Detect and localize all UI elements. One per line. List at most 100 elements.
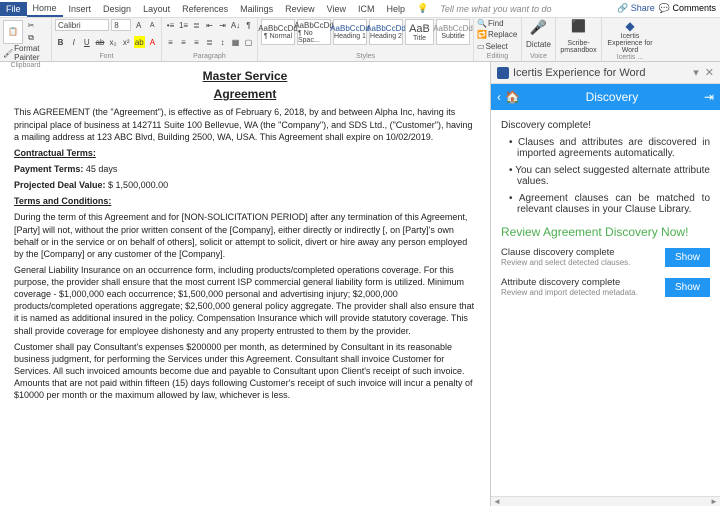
comments-button[interactable]: 💬 Comments [659,3,716,14]
select-button[interactable]: ▭Select [477,42,518,51]
nav-exit-icon[interactable]: ⇥ [704,90,714,104]
icertis-logo-icon [497,67,509,79]
decrease-font-icon[interactable]: A [146,19,158,31]
nav-back-icon[interactable]: ‹ [497,90,501,104]
clause-discovery-title: Clause discovery complete [501,247,665,258]
pane-body: Discovery complete! Clauses and attribut… [491,110,720,496]
paste-icon[interactable]: 📋 [3,20,23,44]
label-deal-value: Projected Deal Value: [14,180,106,190]
font-name-select[interactable]: Calibri [55,19,109,31]
tab-layout[interactable]: Layout [137,2,176,16]
heading-contractual-terms: Contractual Terms: [14,148,96,158]
align-center-icon[interactable]: ≡ [178,36,189,48]
style-normal[interactable]: AaBbCcDd¶ Normal [261,19,295,45]
multilevel-icon[interactable]: ≣ [191,19,202,31]
pane-menu-icon[interactable]: ▾ [693,66,699,79]
align-right-icon[interactable]: ≡ [191,36,202,48]
value-deal-value: $ 1,500,000.00 [106,180,169,190]
attribute-discovery-sub: Review and import detected metadata. [501,288,665,297]
style-nospacing[interactable]: AaBbCcDd¶ No Spac... [297,19,331,45]
highlight-icon[interactable]: ab [134,36,145,48]
group-para-label: Paragraph [165,53,254,60]
underline-icon[interactable]: U [81,36,92,48]
dictate-button[interactable]: 🎤 [525,19,552,36]
value-payment-terms: 45 days [83,164,117,174]
scribe-button[interactable]: ⬛ [559,19,598,33]
subscript-icon[interactable]: x₂ [108,36,119,48]
pane-nav-bar: ‹ 🏠 Discovery ⇥ [491,84,720,110]
clause-discovery-row: Clause discovery complete Review and sel… [501,247,710,267]
icertis-addin-button[interactable]: ◆ [605,19,655,33]
nav-section-title: Discovery [520,90,704,104]
strike-icon[interactable]: ab [94,36,105,48]
pane-horizontal-scrollbar[interactable]: ◄ ► [491,496,720,506]
heading-terms-conditions: Terms and Conditions: [14,196,111,206]
sort-icon[interactable]: A↓ [230,19,241,31]
style-heading1[interactable]: AaBbCcDdHeading 1 [333,19,367,45]
show-attribute-button[interactable]: Show [665,278,710,297]
superscript-icon[interactable]: x² [121,36,132,48]
bullets-icon[interactable]: •≡ [165,19,176,31]
numbering-icon[interactable]: 1≡ [178,19,189,31]
indent-dec-icon[interactable]: ⇤ [204,19,215,31]
scribe-label: Scribe-pmsandbox [559,40,598,54]
style-subtitle[interactable]: AaBbCcDdSubtitle [436,19,470,45]
review-now-link[interactable]: Review Agreement Discovery Now! [501,225,710,239]
tab-home[interactable]: Home [27,1,63,17]
tab-references[interactable]: References [176,2,234,16]
attribute-discovery-title: Attribute discovery complete [501,277,665,288]
doc-title-2: Agreement [14,86,476,102]
tab-help[interactable]: Help [381,2,412,16]
font-size-select[interactable]: 8 [111,19,131,31]
tab-design[interactable]: Design [97,2,137,16]
tab-insert[interactable]: Insert [63,2,98,16]
bullet-1: Clauses and attributes are discovered in… [509,137,710,159]
format-painter-button[interactable]: 🖌Format Painter [3,44,48,62]
doc-p-insurance: General Liability Insurance on an occurr… [14,264,476,337]
font-color-icon[interactable]: A [147,36,158,48]
show-clause-button[interactable]: Show [665,248,710,267]
tell-me-search[interactable]: Tell me what you want to do [434,2,557,16]
bold-icon[interactable]: B [55,36,66,48]
label-payment-terms: Payment Terms: [14,164,83,174]
tab-mailings[interactable]: Mailings [234,2,279,16]
group-styles-label: Styles [261,53,470,60]
scroll-left-icon[interactable]: ◄ [491,497,503,506]
line-spacing-icon[interactable]: ↕ [217,36,228,48]
shading-icon[interactable]: ▦ [230,36,241,48]
tab-view[interactable]: View [321,2,352,16]
share-button[interactable]: 🔗 Share [617,3,655,14]
find-button[interactable]: 🔍Find [477,19,518,28]
pane-close-icon[interactable]: ✕ [705,66,714,79]
italic-icon[interactable]: I [68,36,79,48]
scroll-right-icon[interactable]: ► [708,497,720,506]
show-marks-icon[interactable]: ¶ [243,19,254,31]
nav-home-icon[interactable]: 🏠 [505,90,520,104]
style-heading2[interactable]: AaBbCcDdHeading 2 [369,19,403,45]
bullet-2: You can select suggested alternate attri… [509,165,710,187]
cut-icon[interactable]: ✂ [25,19,37,31]
doc-title-1: Master Service [14,68,476,84]
justify-icon[interactable]: ≣ [204,36,215,48]
ribbon: 📋 ✂ ⧉ 🖌Format Painter Clipboard Calibri … [0,18,720,62]
increase-font-icon[interactable]: A [133,19,145,31]
tab-icm[interactable]: ICM [352,2,381,16]
align-left-icon[interactable]: ≡ [165,36,176,48]
tab-file[interactable]: File [0,2,27,16]
tab-review[interactable]: Review [279,2,321,16]
discovery-complete-heading: Discovery complete! [501,120,710,131]
borders-icon[interactable]: ▢ [243,36,254,48]
menu-bar: File Home Insert Design Layout Reference… [0,0,720,18]
copy-icon[interactable]: ⧉ [25,32,37,44]
group-font-label: Font [55,53,158,60]
document-body[interactable]: Master Service Agreement This AGREEMENT … [0,62,490,506]
group-voice-label: Voice [525,53,552,60]
style-title[interactable]: AaBTitle [405,19,434,45]
bulb-icon: 💡 [411,1,434,16]
icertis-task-pane: Icertis Experience for Word ▾ ✕ ‹ 🏠 Disc… [490,62,720,506]
replace-button[interactable]: 🔁Replace [477,30,518,39]
pane-title-bar: Icertis Experience for Word ▾ ✕ [491,62,720,84]
indent-inc-icon[interactable]: ⇥ [217,19,228,31]
discovery-bullets: Clauses and attributes are discovered in… [501,137,710,215]
doc-intro: This AGREEMENT (the "Agreement"), is eff… [14,106,476,142]
